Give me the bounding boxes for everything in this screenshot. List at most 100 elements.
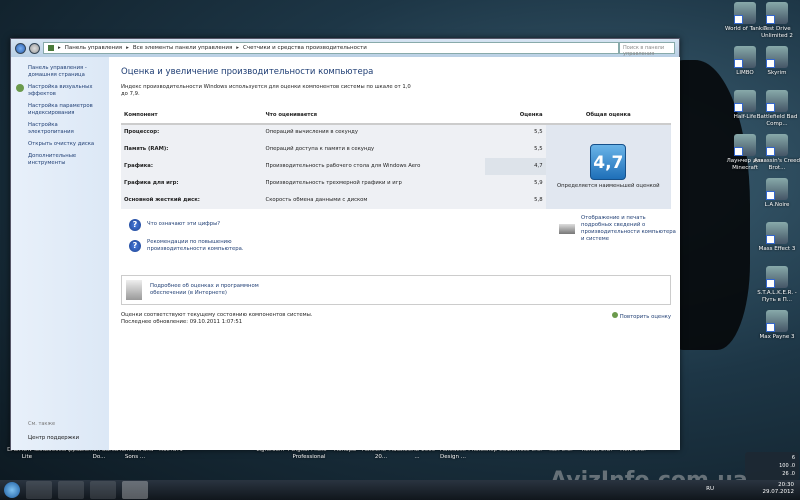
app-icon: [766, 222, 788, 244]
clock-time[interactable]: 20:30: [763, 482, 794, 489]
language-indicator[interactable]: RU: [706, 486, 714, 493]
main-content: Оценка и увеличение производительности к…: [109, 57, 680, 450]
desktop-icon[interactable]: Test Drive Unlimited 2: [754, 2, 800, 40]
sidebar: Панель управления - домашняя страница На…: [11, 57, 109, 450]
desktop-icon-label[interactable]: L.A.Noire: [765, 202, 790, 208]
control-panel-icon: [48, 45, 54, 51]
address-bar: ▸ Панель управления ▸ Все элементы панели …: [11, 39, 679, 57]
app-icon: [766, 46, 788, 68]
desktop-icon-label[interactable]: Mass Effect 3: [759, 246, 796, 252]
desktop-icon-label[interactable]: LIMBO: [736, 70, 753, 76]
link-text[interactable]: Отображение и печать подробных сведений …: [581, 215, 677, 243]
rerun-assessment-link[interactable]: Повторить оценку: [612, 311, 671, 321]
start-button[interactable]: [4, 482, 20, 498]
app-icon: [766, 90, 788, 112]
sidebar-item-advanced-tools[interactable]: Дополнительные инструменты: [28, 153, 103, 167]
gadget-value: 6: [791, 455, 795, 461]
desktop-icon-label[interactable]: Half-Life: [734, 114, 757, 120]
header-base-score: Общая оценка: [545, 108, 671, 125]
desktop-icon-label[interactable]: Test Drive Unlimited 2: [761, 26, 793, 39]
gadget-value: 100 .0: [779, 463, 795, 469]
status-area: Оценки соответствуют текущему состоянию …: [121, 311, 671, 326]
help-icon: ?: [129, 239, 141, 252]
sidebar-item-indexing[interactable]: Настройка параметров индексирования: [28, 103, 103, 117]
header-what: Что оценивается: [262, 108, 485, 125]
component-name: Графика:: [124, 162, 153, 169]
taskbar-app-control-panel[interactable]: [122, 481, 148, 499]
system-tray[interactable]: RU 20:30 29.07.2012: [706, 482, 795, 496]
printer-icon: [559, 223, 575, 234]
desktop-icon[interactable]: Assassin's Creed Brot...: [754, 134, 800, 172]
search-input[interactable]: Поиск в панели управления: [619, 42, 675, 57]
component-score: 5,5: [534, 129, 543, 136]
header-component: Компонент: [121, 108, 263, 125]
taskbar-app-explorer[interactable]: [90, 481, 116, 499]
print-details-link[interactable]: Отображение и печать подробных сведений …: [559, 215, 677, 243]
taskbar-app-chrome[interactable]: [58, 481, 84, 499]
component-name: Процессор:: [124, 129, 160, 136]
base-score-cell: 4,7 Определяется наименьшей оценкой: [545, 123, 671, 209]
system-monitor-gadget: 6 100 .0 26 .0: [745, 452, 799, 480]
desktop-icon[interactable]: Skyrim: [754, 46, 800, 77]
sidebar-item-support-center[interactable]: Центр поддержки: [28, 435, 79, 442]
component-score: 4,7: [484, 157, 546, 175]
last-update: Последнее обновление: 09.10.2011 1:07:51: [121, 318, 243, 325]
gadget-value: 26 .0: [782, 471, 795, 477]
link-text[interactable]: Что означают эти цифры?: [147, 221, 220, 228]
desktop-icon[interactable]: L.A.Noire: [754, 178, 800, 209]
desktop-icon[interactable]: S.T.A.L.K.E.R. - Путь в П...: [754, 266, 800, 304]
breadcrumb-item[interactable]: Панель управления: [65, 45, 122, 51]
sidebar-item-home[interactable]: Панель управления - домашняя страница: [28, 65, 103, 79]
taskbar-app-vlc[interactable]: [26, 481, 52, 499]
help-icon: ?: [129, 218, 141, 231]
component-score: 5,8: [534, 196, 543, 203]
back-button[interactable]: [15, 42, 26, 54]
link-text[interactable]: Рекомендации по повышению производительн…: [147, 239, 279, 253]
component-name: Графика для игр:: [124, 179, 179, 186]
breadcrumb-item[interactable]: Все элементы панели управления: [133, 45, 232, 51]
desktop-icon-label[interactable]: Skyrim: [768, 70, 787, 76]
book-icon: [126, 279, 142, 300]
desktop-icon-label[interactable]: Max Payne 3: [760, 334, 795, 340]
tips-link[interactable]: ? Рекомендации по повышению производитель…: [129, 239, 279, 253]
component-description: Производительность рабочего стола для Wi…: [265, 162, 421, 169]
shield-icon: [16, 84, 24, 92]
online-info-link[interactable]: Подробнее об оценках и программном обесп…: [150, 283, 290, 297]
app-icon: [734, 90, 756, 112]
desktop-icon-label[interactable]: S.T.A.L.K.E.R. - Путь в П...: [757, 290, 797, 303]
component-score: 5,5: [534, 145, 543, 152]
desktop-icon-label[interactable]: Battlefield Bad Comp...: [757, 114, 798, 127]
header-score: Оценка: [484, 108, 546, 125]
component-description: Скорость обмена данными с диском: [265, 196, 368, 203]
app-icon: [766, 2, 788, 24]
shield-icon: [612, 311, 619, 318]
component-name: Память (RAM):: [124, 145, 169, 152]
online-info-box[interactable]: Подробнее об оценках и программном обесп…: [121, 274, 671, 305]
forward-button[interactable]: [29, 42, 40, 54]
rerun-text[interactable]: Повторить оценку: [620, 314, 671, 320]
app-icon: [734, 134, 756, 156]
sidebar-item-visual-effects[interactable]: Настройка визуальных эффектов: [28, 84, 103, 98]
desktop-icon[interactable]: Max Payne 3: [754, 310, 800, 341]
sidebar-item-disk-cleanup[interactable]: Открыть очистку диска: [28, 141, 103, 148]
breadcrumb[interactable]: ▸ Панель управления ▸ Все элементы панели …: [43, 42, 619, 54]
page-title: Оценка и увеличение производительности к…: [121, 67, 374, 77]
app-icon: [766, 310, 788, 332]
component-score: 5,9: [534, 179, 543, 186]
sidebar-item-power[interactable]: Настройка электропитания: [28, 122, 103, 136]
intro-text: Индекс производительности Windows исполь…: [121, 84, 411, 97]
desktop-icon[interactable]: Mass Effect 3: [754, 222, 800, 253]
component-description: Операций доступа к памяти в секунду: [265, 145, 375, 152]
base-score-badge: 4,7: [590, 143, 627, 180]
what-numbers-link[interactable]: ? Что означают эти цифры?: [129, 218, 220, 231]
table-row: Процессор: Операций вычисления в секунду…: [121, 123, 671, 209]
component-description: Операций вычисления в секунду: [265, 129, 358, 136]
score-table: Компонент Что оценивается Оценка Общая о…: [121, 108, 671, 209]
clock-date[interactable]: 29.07.2012: [763, 489, 795, 496]
status-text: Оценки соответствуют текущему состоянию …: [121, 311, 313, 318]
breadcrumb-item[interactable]: Счетчики и средства производительности: [243, 45, 367, 51]
app-icon: [766, 178, 788, 200]
desktop-icon-label[interactable]: Assassin's Creed Brot...: [754, 158, 800, 171]
component-name: Основной жесткий диск:: [124, 196, 200, 203]
desktop-icon[interactable]: Battlefield Bad Comp...: [754, 90, 800, 128]
